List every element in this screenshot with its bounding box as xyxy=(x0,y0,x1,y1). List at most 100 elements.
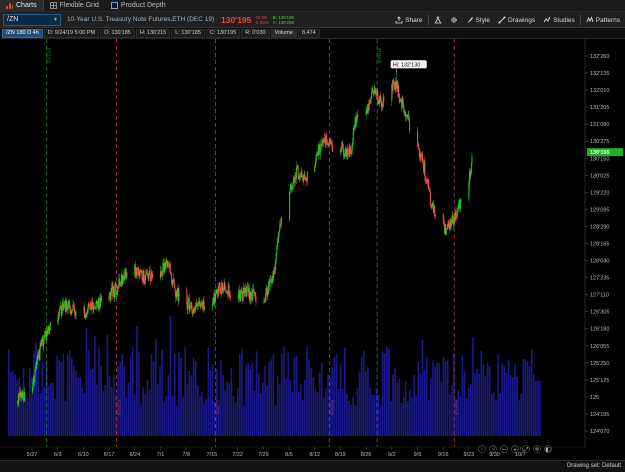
volume-bar xyxy=(262,382,264,436)
volume-bar xyxy=(173,353,176,436)
style-label: Style xyxy=(475,16,490,24)
candle-body xyxy=(303,178,305,182)
volume-bar xyxy=(144,394,147,436)
candle-body xyxy=(137,267,139,273)
volume-bar xyxy=(230,367,233,436)
y-tick-label: 129'220 xyxy=(590,190,609,196)
x-tick-label: 7/1 xyxy=(157,452,165,458)
candle-body xyxy=(317,147,319,156)
candle-body xyxy=(276,242,278,247)
patterns-label: Patterns xyxy=(595,16,620,24)
volume-bar xyxy=(438,362,441,436)
studies-button[interactable]: Studies xyxy=(540,14,578,26)
y-tick-label: 131'205 xyxy=(590,105,609,111)
flask-button[interactable] xyxy=(431,14,445,26)
candle-body xyxy=(71,310,73,312)
candle-body xyxy=(379,96,381,104)
volume-bar xyxy=(77,377,79,436)
candle-body xyxy=(383,97,385,101)
share-label: Share xyxy=(405,16,423,24)
volume-bar xyxy=(383,353,386,436)
price-axis: 132'260 132'135 132'010 131'205 131'080 130'2… xyxy=(584,39,625,460)
candle-body xyxy=(380,96,382,101)
symbol-value: /ZN xyxy=(7,16,19,23)
patterns-button[interactable]: Patterns xyxy=(583,14,623,26)
volume-bar xyxy=(245,365,247,436)
volume-bar xyxy=(163,402,165,436)
expiration-label: 7/16/19 xyxy=(216,399,221,415)
volume-bar xyxy=(81,388,84,436)
tab-flexible-grid[interactable]: Flexible Grid xyxy=(44,0,105,12)
candle-body xyxy=(178,289,180,301)
toolbar-divider xyxy=(579,15,581,25)
drawings-button[interactable]: Drawings xyxy=(495,14,538,26)
style-button[interactable]: Style xyxy=(463,14,493,26)
volume-bar xyxy=(344,347,346,436)
symbol-input[interactable]: /ZN ▼ xyxy=(3,13,61,26)
x-tick-label: 5/27 xyxy=(27,452,38,458)
volume-bar xyxy=(287,352,289,436)
volume-bar xyxy=(472,337,474,436)
volume-bar xyxy=(293,357,296,436)
y-tick-label: 128'290 xyxy=(590,224,609,230)
settings-button[interactable] xyxy=(447,14,461,26)
volume-bar xyxy=(211,364,214,436)
candle-body xyxy=(165,261,167,269)
volume-bar xyxy=(524,359,527,436)
y-tick-label: 125 xyxy=(590,395,599,401)
candle-body xyxy=(422,161,424,164)
volume-bar xyxy=(180,358,182,436)
volume-bar xyxy=(371,394,373,436)
tab-product-depth[interactable]: Product Depth xyxy=(105,0,172,12)
candle-body xyxy=(274,269,276,274)
candle-body xyxy=(269,278,271,287)
status-bar: Drawing set: Default xyxy=(0,460,625,472)
chart-toolbar: /ZN ▼ 10-Year U.S. Treasury Note Futures… xyxy=(0,12,625,28)
volume-bar xyxy=(171,395,174,436)
tab-charts[interactable]: Charts xyxy=(0,0,44,12)
x-tick-label: 6/17 xyxy=(104,452,115,458)
volume-bar xyxy=(470,384,472,436)
candle-body xyxy=(357,114,359,116)
candle-body xyxy=(393,79,395,84)
candle-body xyxy=(270,278,272,282)
share-button[interactable]: Share xyxy=(392,14,425,26)
volume-bar xyxy=(417,361,420,436)
volume-bar xyxy=(497,354,499,436)
symbol-period-chip[interactable]: /ZN 180 D 4h xyxy=(2,28,43,38)
volume-bar xyxy=(304,379,306,436)
candle-body xyxy=(264,298,266,302)
candle-body xyxy=(194,306,196,311)
volume-bar xyxy=(119,361,121,436)
volume-bar xyxy=(205,399,207,436)
candle-body xyxy=(119,278,120,285)
volume-bar xyxy=(243,404,245,436)
price-chart[interactable]: 132'260 132'135 132'010 131'205 131'080 130'2… xyxy=(0,39,625,460)
y-tick-label: 128'040 xyxy=(590,259,609,265)
volume-bar xyxy=(320,361,323,436)
volume-bar xyxy=(123,366,126,436)
volume-value: 8,474 xyxy=(297,28,320,38)
candle-body xyxy=(49,329,51,331)
candle-body xyxy=(429,189,431,193)
volume-bar xyxy=(428,400,430,436)
candle-body xyxy=(251,292,253,301)
candle-body xyxy=(431,205,433,207)
x-tick-label: 8/26 xyxy=(361,452,372,458)
volume-bar xyxy=(83,393,86,436)
volume-study-chip[interactable]: Volume xyxy=(270,28,297,38)
volume-bar xyxy=(73,365,75,436)
drawing-set-label[interactable]: Drawing set: Default xyxy=(567,463,621,469)
candle-body xyxy=(417,130,418,144)
volume-bar xyxy=(239,353,241,436)
candle-body xyxy=(253,288,255,292)
candle-body xyxy=(460,199,462,203)
x-tick-label: 8/12 xyxy=(309,452,320,458)
candle-body xyxy=(68,300,70,305)
candle-body xyxy=(409,119,411,131)
candle xyxy=(240,289,242,302)
candle xyxy=(445,228,447,236)
volume-bar xyxy=(365,371,367,436)
candle-body xyxy=(22,392,24,401)
high-label: Hi: 132'130 xyxy=(393,62,421,68)
